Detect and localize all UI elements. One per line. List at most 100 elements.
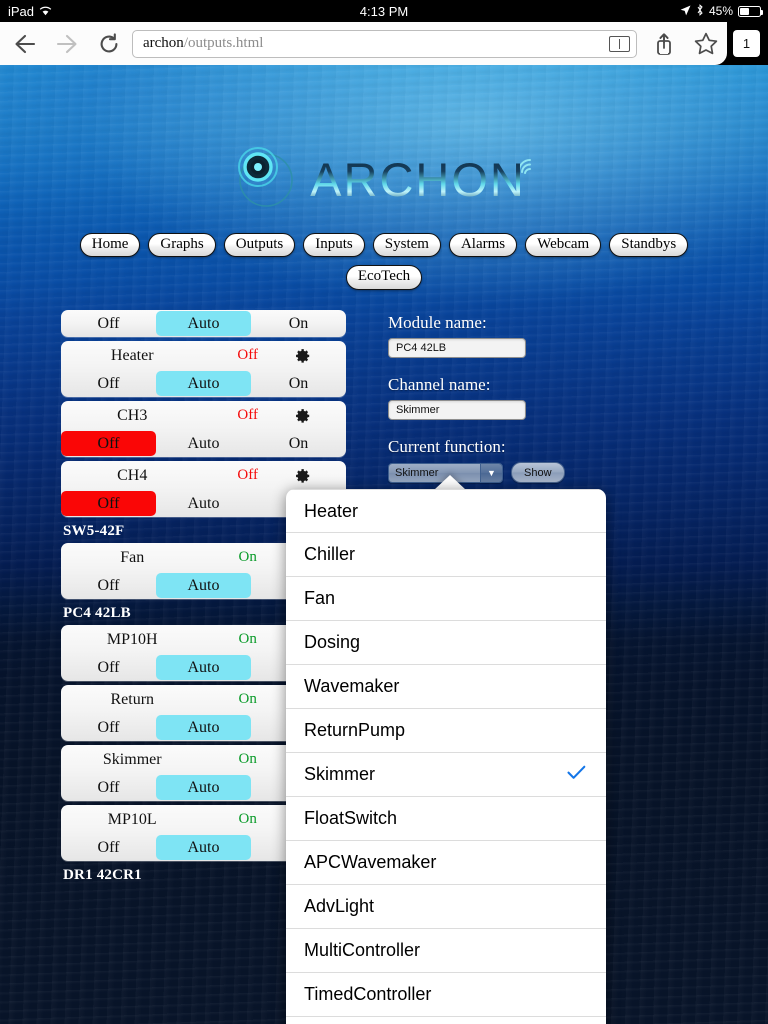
segment-off[interactable]: Off — [61, 311, 156, 336]
nav-item-outputs[interactable]: Outputs — [223, 233, 296, 258]
web-page-content: ARCHON Home Graphs Outputs Inputs System… — [0, 65, 768, 1024]
option-label: ReturnPump — [304, 720, 406, 740]
browser-toolbar: archon/outputs.html 1 — [0, 22, 768, 65]
list-item-selected[interactable]: Skimmer — [286, 753, 606, 797]
chevron-down-icon: ▼ — [480, 463, 502, 482]
url-path: /outputs.html — [183, 35, 264, 51]
mode-segmented-control: Off Auto On — [61, 310, 346, 337]
nav-item-home[interactable]: Home — [79, 233, 141, 258]
nav-item-standbys[interactable]: Standbys — [609, 233, 689, 258]
tab-count-button[interactable]: 1 — [733, 30, 760, 57]
archon-mark-icon — [228, 144, 306, 215]
list-item[interactable]: TimedController — [286, 973, 606, 1017]
checkmark-icon — [567, 764, 586, 786]
output-name: Skimmer — [102, 750, 162, 768]
gear-icon[interactable] — [293, 407, 311, 425]
list-item[interactable]: AdvLight — [286, 885, 606, 929]
output-card-header: CH3 Off — [61, 401, 346, 430]
segment-off[interactable]: Off — [61, 431, 156, 456]
list-item[interactable]: ReturnPump — [286, 709, 606, 753]
star-icon[interactable] — [685, 22, 727, 65]
nav-row-secondary: EcoTech — [0, 265, 768, 290]
gear-icon[interactable] — [293, 467, 311, 485]
forward-arrow-icon — [46, 22, 88, 65]
segment-auto[interactable]: Auto — [156, 431, 251, 456]
option-label: Chiller — [304, 544, 356, 564]
nav-item-webcam[interactable]: Webcam — [525, 233, 602, 258]
address-bar[interactable]: archon/outputs.html — [132, 29, 637, 58]
segment-auto[interactable]: Auto — [156, 775, 251, 800]
output-card: Off Auto On — [61, 310, 346, 337]
list-item[interactable]: Heater — [286, 489, 606, 533]
segment-off[interactable]: Off — [61, 835, 156, 860]
segment-off[interactable]: Off — [61, 715, 156, 740]
output-state: On — [238, 549, 257, 565]
nav-item-ecotech[interactable]: EcoTech — [345, 265, 423, 290]
output-card-header: CH4 Off — [61, 461, 346, 490]
segment-auto[interactable]: Auto — [156, 715, 251, 740]
mode-segmented-control: Off Auto On — [61, 430, 346, 457]
segment-off[interactable]: Off — [61, 775, 156, 800]
popover-arrow — [434, 475, 466, 490]
option-label: Fan — [304, 588, 336, 608]
show-button[interactable]: Show — [511, 462, 565, 483]
option-label: Skimmer — [304, 764, 375, 784]
function-options-popover: Heater Chiller Fan Dosing Wavemaker Retu… — [286, 489, 606, 1024]
gear-icon[interactable] — [293, 347, 311, 365]
segment-off[interactable]: Off — [61, 573, 156, 598]
output-state: On — [238, 631, 257, 647]
battery-icon — [738, 5, 763, 17]
segment-on[interactable]: On — [251, 371, 346, 396]
segment-auto[interactable]: Auto — [156, 311, 251, 336]
status-bar-right: 45% — [680, 0, 763, 22]
segment-off[interactable]: Off — [61, 655, 156, 680]
list-item[interactable]: MultiController — [286, 929, 606, 973]
list-item[interactable]: Fan — [286, 577, 606, 621]
segment-off[interactable]: Off — [61, 371, 156, 396]
output-state: Off — [237, 407, 258, 423]
site-navigation: Home Graphs Outputs Inputs System Alarms… — [0, 233, 768, 298]
module-name-label: Module name: — [388, 313, 487, 332]
back-arrow-icon[interactable] — [4, 22, 46, 65]
nav-item-inputs[interactable]: Inputs — [303, 233, 365, 258]
share-icon[interactable] — [643, 22, 685, 65]
module-name-input[interactable]: PC4 42LB — [388, 338, 526, 358]
option-label: Wavemaker — [304, 676, 400, 696]
segment-on[interactable]: On — [251, 431, 346, 456]
url-host: archon — [143, 35, 184, 51]
option-label: MultiController — [304, 940, 421, 960]
option-label: Dosing — [304, 632, 361, 652]
ios-status-bar: iPad 4:13 PM 45% — [0, 0, 768, 22]
list-item[interactable]: Wavemaker — [286, 665, 606, 709]
list-item[interactable]: Dosing — [286, 621, 606, 665]
output-state: Off — [237, 467, 258, 483]
function-select-row: Skimmer ▼ Show — [388, 462, 688, 483]
reload-icon[interactable] — [88, 22, 130, 65]
site-logo: ARCHON — [0, 143, 768, 215]
nav-item-system[interactable]: System — [372, 233, 441, 258]
option-label: AdvLight — [304, 896, 375, 916]
segment-auto[interactable]: Auto — [156, 655, 251, 680]
nav-item-alarms[interactable]: Alarms — [448, 233, 518, 258]
segment-auto[interactable]: Auto — [156, 835, 251, 860]
list-item[interactable]: FloatSwitch — [286, 797, 606, 841]
list-item[interactable]: Chiller — [286, 533, 606, 577]
function-options-list: Heater Chiller Fan Dosing Wavemaker Retu… — [286, 489, 606, 1024]
location-arrow-icon — [680, 4, 691, 19]
output-name: MP10L — [107, 810, 157, 828]
segment-off[interactable]: Off — [61, 491, 156, 516]
option-label: TimedController — [304, 984, 432, 1004]
list-item[interactable]: MLC — [286, 1017, 606, 1024]
bluetooth-icon — [696, 3, 704, 19]
reader-view-icon[interactable] — [609, 35, 630, 52]
segment-auto[interactable]: Auto — [156, 491, 251, 516]
channel-name-input[interactable]: Skimmer — [388, 400, 526, 420]
output-card: CH3 Off Off Auto On — [61, 401, 346, 457]
channel-name-label: Channel name: — [388, 375, 491, 394]
segment-auto[interactable]: Auto — [156, 573, 251, 598]
segment-auto[interactable]: Auto — [156, 371, 251, 396]
segment-on[interactable]: On — [251, 311, 346, 336]
list-item[interactable]: APCWavemaker — [286, 841, 606, 885]
output-name: Heater — [110, 346, 154, 364]
nav-item-graphs[interactable]: Graphs — [148, 233, 216, 258]
